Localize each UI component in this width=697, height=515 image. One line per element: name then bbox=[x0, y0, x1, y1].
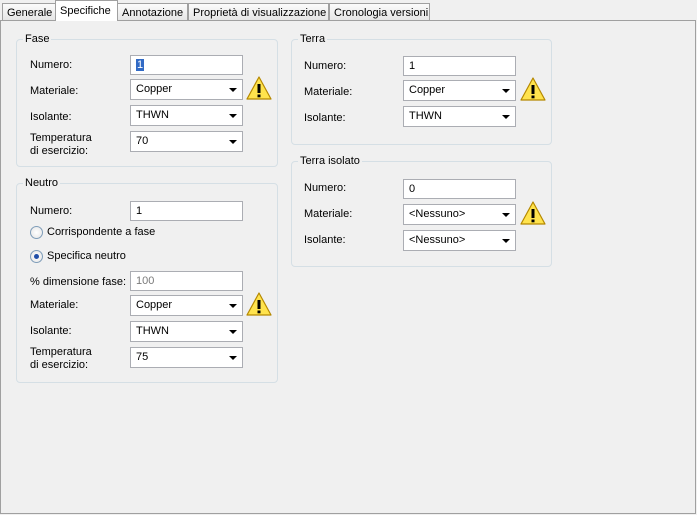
warning-icon bbox=[520, 77, 546, 101]
terra-numero-input[interactable]: 1 bbox=[403, 56, 516, 76]
radio-corrispondente-a-fase[interactable] bbox=[30, 226, 43, 239]
tab-annotazione[interactable]: Annotazione bbox=[117, 3, 188, 20]
neutro-temperatura-select[interactable]: 75 bbox=[130, 347, 243, 368]
warning-icon bbox=[246, 292, 272, 316]
radio-specifica-neutro[interactable] bbox=[30, 250, 43, 263]
terra-materiale-select[interactable]: Copper bbox=[403, 80, 516, 101]
neutro-temperatura-label-1: Temperatura bbox=[30, 346, 92, 358]
terra-isolante-select[interactable]: THWN bbox=[403, 106, 516, 127]
neutro-dimensione-label: % dimensione fase: bbox=[30, 276, 126, 288]
terra-isolato-materiale-select[interactable]: <Nessuno> bbox=[403, 204, 516, 225]
chevron-down-icon bbox=[502, 213, 510, 217]
chevron-down-icon bbox=[229, 140, 237, 144]
terra-isolato-group-title: Terra isolato bbox=[298, 154, 362, 168]
chevron-down-icon bbox=[502, 115, 510, 119]
neutro-isolante-label: Isolante: bbox=[30, 325, 72, 337]
terra-group-title: Terra bbox=[298, 32, 328, 46]
terra-isolato-materiale-label: Materiale: bbox=[304, 208, 353, 220]
terra-numero-label: Numero: bbox=[304, 60, 347, 72]
fase-temperatura-label-1: Temperatura bbox=[30, 132, 92, 144]
neutro-numero-label: Numero: bbox=[30, 205, 73, 217]
terra-isolante-label: Isolante: bbox=[304, 112, 346, 124]
tab-cronologia-versioni[interactable]: Cronologia versioni bbox=[329, 3, 430, 20]
warning-icon bbox=[520, 201, 546, 225]
tab-generale[interactable]: Generale bbox=[2, 3, 56, 20]
fase-numero-label: Numero: bbox=[30, 59, 73, 71]
terra-isolato-numero-input[interactable]: 0 bbox=[403, 179, 516, 199]
chevron-down-icon bbox=[229, 356, 237, 360]
radio-specifica-label[interactable]: Specifica neutro bbox=[47, 250, 126, 263]
fase-temperatura-select[interactable]: 70 bbox=[130, 131, 243, 152]
fase-materiale-select[interactable]: Copper bbox=[130, 79, 243, 100]
fase-isolante-select[interactable]: THWN bbox=[130, 105, 243, 126]
chevron-down-icon bbox=[502, 89, 510, 93]
neutro-numero-input[interactable]: 1 bbox=[130, 201, 243, 221]
neutro-group-title: Neutro bbox=[23, 176, 61, 190]
neutro-isolante-select[interactable]: THWN bbox=[130, 321, 243, 342]
neutro-materiale-label: Materiale: bbox=[30, 299, 79, 311]
chevron-down-icon bbox=[229, 88, 237, 92]
radio-corrispondente-label[interactable]: Corrispondente a fase bbox=[47, 226, 155, 239]
neutro-temperatura-label-2: di esercizio: bbox=[30, 359, 89, 371]
tab-proprieta-visualizzazione[interactable]: Proprietà di visualizzazione bbox=[188, 3, 329, 20]
fase-numero-input[interactable]: 1 bbox=[130, 55, 243, 75]
fase-materiale-label: Materiale: bbox=[30, 85, 79, 97]
terra-isolato-numero-label: Numero: bbox=[304, 182, 347, 194]
warning-icon bbox=[246, 76, 272, 100]
chevron-down-icon bbox=[502, 239, 510, 243]
chevron-down-icon bbox=[229, 114, 237, 118]
tab-bar: Generale Specifiche Annotazione Propriet… bbox=[0, 0, 697, 21]
tab-specifiche[interactable]: Specifiche bbox=[55, 0, 118, 21]
neutro-dimensione-input: 100 bbox=[130, 271, 243, 291]
fase-group-title: Fase bbox=[23, 32, 52, 46]
fase-isolante-label: Isolante: bbox=[30, 111, 72, 123]
terra-isolato-isolante-label: Isolante: bbox=[304, 234, 346, 246]
chevron-down-icon bbox=[229, 330, 237, 334]
terra-isolato-isolante-select[interactable]: <Nessuno> bbox=[403, 230, 516, 251]
terra-materiale-label: Materiale: bbox=[304, 86, 353, 98]
neutro-materiale-select[interactable]: Copper bbox=[130, 295, 243, 316]
chevron-down-icon bbox=[229, 304, 237, 308]
fase-temperatura-label-2: di esercizio: bbox=[30, 145, 89, 157]
